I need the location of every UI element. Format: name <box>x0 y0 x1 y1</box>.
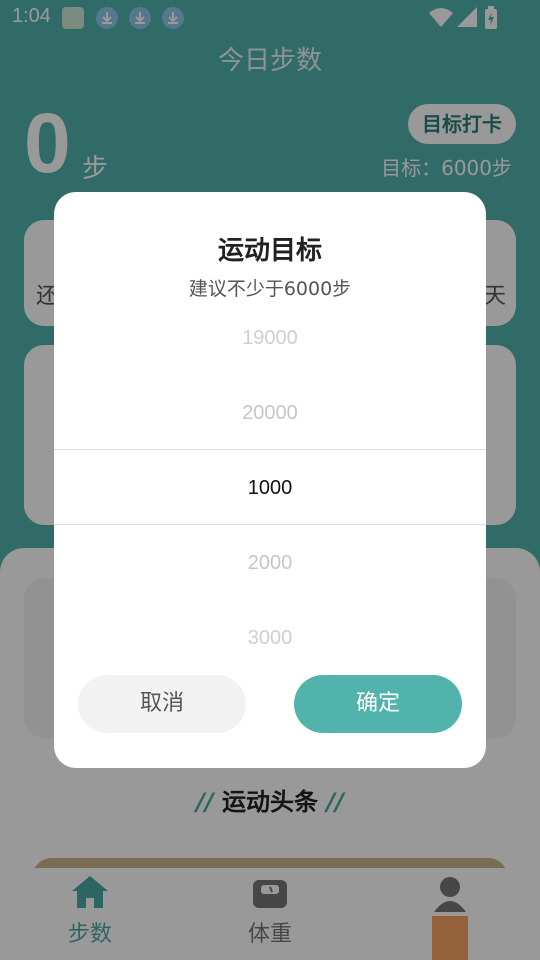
cancel-button[interactable]: 取消 <box>78 675 246 733</box>
picker-option[interactable]: 2000 <box>54 552 486 575</box>
picker-divider <box>54 524 486 525</box>
picker-option[interactable]: 19000 <box>54 327 486 350</box>
picker-option-selected[interactable]: 1000 <box>54 477 486 500</box>
dialog-subtitle: 建议不少于6000步 <box>188 278 352 300</box>
picker-option[interactable]: 20000 <box>54 402 486 425</box>
app-screen: 今日步数 0 步 目标打卡 目标：6000步 还 天 // 运动头条 // 步数 <box>0 0 540 960</box>
picker-divider <box>54 449 486 450</box>
goal-dialog: 运动目标 建议不少于6000步 19000 20000 1000 2000 30… <box>54 192 486 768</box>
dialog-title: 运动目标 <box>217 236 322 266</box>
confirm-button[interactable]: 确定 <box>294 675 462 733</box>
picker-option[interactable]: 3000 <box>54 627 486 650</box>
